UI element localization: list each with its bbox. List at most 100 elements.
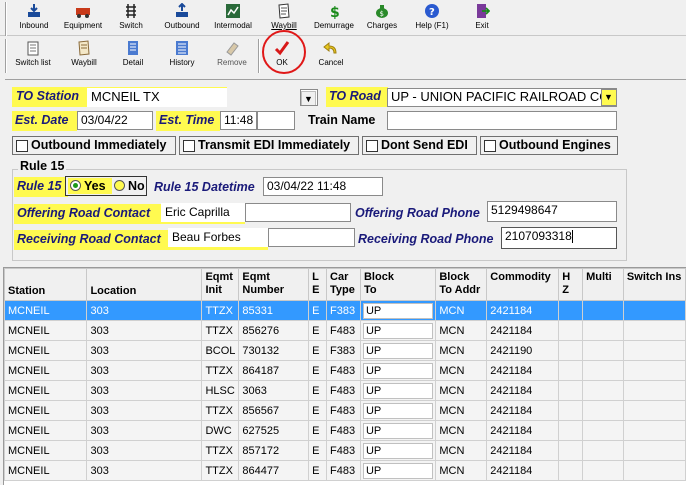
table-cell[interactable]: 2421184 bbox=[486, 420, 560, 441]
table-cell[interactable] bbox=[622, 360, 686, 381]
table-cell[interactable]: UP bbox=[359, 420, 437, 441]
table-cell[interactable]: 2421184 bbox=[486, 320, 560, 341]
table-cell[interactable]: UP bbox=[359, 380, 437, 401]
table-cell[interactable] bbox=[582, 320, 624, 341]
table-row[interactable]: MCNEIL 303 TTZX 856276 E F483 UP MCN 2421184 bbox=[4, 320, 686, 341]
table-row[interactable]: MCNEIL 303 TTZX 85331 E F383 UP MCN 2421184 bbox=[4, 300, 686, 321]
est-date-field[interactable]: 03/04/22 bbox=[77, 111, 153, 130]
offering-contact-field[interactable]: Eric Caprilla bbox=[161, 203, 245, 222]
table-cell[interactable]: E bbox=[308, 400, 328, 421]
table-cell[interactable]: MCN bbox=[435, 300, 488, 321]
col-header[interactable]: Location bbox=[86, 268, 203, 301]
table-cell[interactable] bbox=[622, 460, 686, 481]
table-cell[interactable] bbox=[582, 420, 624, 441]
table-cell[interactable]: 303 bbox=[86, 380, 203, 401]
table-cell[interactable]: F483 bbox=[326, 320, 361, 341]
table-cell[interactable]: E bbox=[308, 340, 328, 361]
table-cell[interactable] bbox=[622, 420, 686, 441]
table-cell[interactable]: 2421184 bbox=[486, 460, 560, 481]
table-cell[interactable]: 856276 bbox=[238, 320, 310, 341]
table-cell[interactable]: MCNEIL bbox=[4, 300, 88, 321]
cell-editor[interactable]: UP bbox=[362, 402, 434, 419]
table-cell[interactable]: 627525 bbox=[238, 420, 310, 441]
receiving-phone-field[interactable]: 2107093318 bbox=[501, 227, 617, 249]
table-cell[interactable]: MCNEIL bbox=[4, 420, 88, 441]
table-cell[interactable] bbox=[558, 420, 584, 441]
toolbar-switch-list-button[interactable]: Switch list bbox=[12, 39, 54, 71]
table-cell[interactable] bbox=[558, 440, 584, 461]
table-cell[interactable]: 2421184 bbox=[486, 360, 560, 381]
cell-editor[interactable]: UP bbox=[362, 362, 434, 379]
rule15-no-option[interactable]: No bbox=[112, 178, 146, 194]
to-road-select[interactable]: UP - UNION PACIFIC RAILROAD CO bbox=[387, 88, 617, 107]
table-cell[interactable]: 303 bbox=[86, 340, 203, 361]
table-cell[interactable]: TTZX bbox=[201, 320, 240, 341]
table-cell[interactable]: UP bbox=[359, 300, 437, 321]
table-cell[interactable]: E bbox=[308, 300, 328, 321]
toolbar-help-button[interactable]: ? Help (F1) bbox=[410, 2, 454, 34]
table-cell[interactable]: E bbox=[308, 420, 328, 441]
table-cell[interactable]: E bbox=[308, 460, 328, 481]
rule15-datetime-field[interactable]: 03/04/22 11:48 bbox=[263, 177, 383, 196]
table-cell[interactable] bbox=[582, 360, 624, 381]
table-cell[interactable]: E bbox=[308, 440, 328, 461]
toolbar-demurrage-button[interactable]: $ Demurrage bbox=[312, 2, 356, 34]
table-cell[interactable] bbox=[558, 300, 584, 321]
table-cell[interactable]: MCNEIL bbox=[4, 440, 88, 461]
table-row[interactable]: MCNEIL 303 TTZX 864187 E F483 UP MCN 2421184 bbox=[4, 360, 686, 381]
table-cell[interactable] bbox=[558, 340, 584, 361]
table-row[interactable]: MCNEIL 303 TTZX 864477 E F483 UP MCN 2421184 bbox=[4, 460, 686, 481]
table-cell[interactable] bbox=[622, 300, 686, 321]
table-cell[interactable]: UP bbox=[359, 320, 437, 341]
table-cell[interactable]: 864477 bbox=[238, 460, 310, 481]
table-cell[interactable]: MCNEIL bbox=[4, 320, 88, 341]
table-cell[interactable]: MCN bbox=[435, 320, 488, 341]
table-cell[interactable]: MCN bbox=[435, 420, 488, 441]
table-cell[interactable]: TTZX bbox=[201, 460, 240, 481]
table-cell[interactable]: TTZX bbox=[201, 400, 240, 421]
toolbar2-waybill-button[interactable]: Waybill bbox=[64, 39, 104, 71]
toolbar-inbound-button[interactable]: Inbound bbox=[14, 2, 54, 34]
table-row[interactable]: MCNEIL 303 HLSC 3063 E F483 UP MCN 2421184 bbox=[4, 380, 686, 401]
to-station-dropdown[interactable]: ▼ bbox=[300, 89, 318, 106]
dont-send-edi-checkbox[interactable]: Dont Send EDI bbox=[362, 136, 477, 155]
table-cell[interactable]: F483 bbox=[326, 460, 361, 481]
table-cell[interactable]: UP bbox=[359, 360, 437, 381]
table-row[interactable]: MCNEIL 303 DWC 627525 E F483 UP MCN 2421184 bbox=[4, 420, 686, 441]
col-header[interactable]: Station bbox=[4, 268, 88, 301]
table-cell[interactable]: 303 bbox=[86, 460, 203, 481]
est-time-field[interactable]: 11:48 bbox=[220, 111, 257, 130]
outbound-immediately-checkbox[interactable]: Outbound Immediately bbox=[12, 136, 176, 155]
table-row[interactable]: MCNEIL 303 TTZX 857172 E F483 UP MCN 2421184 bbox=[4, 440, 686, 461]
table-cell[interactable]: MCN bbox=[435, 380, 488, 401]
table-cell[interactable]: UP bbox=[359, 460, 437, 481]
table-row[interactable]: MCNEIL 303 TTZX 856567 E F483 UP MCN 2421184 bbox=[4, 400, 686, 421]
offering-contact-field-rest[interactable] bbox=[245, 203, 351, 222]
cell-editor[interactable]: UP bbox=[362, 302, 434, 319]
train-name-field[interactable] bbox=[387, 111, 617, 130]
table-cell[interactable] bbox=[622, 400, 686, 421]
table-cell[interactable]: HLSC bbox=[201, 380, 240, 401]
table-cell[interactable]: 3063 bbox=[238, 380, 310, 401]
table-cell[interactable]: F383 bbox=[326, 340, 361, 361]
rule15-yes-option[interactable]: Yes bbox=[68, 178, 112, 194]
toolbar-switch-button[interactable]: Switch bbox=[112, 2, 150, 34]
table-cell[interactable]: MCNEIL bbox=[4, 380, 88, 401]
table-cell[interactable]: MCN bbox=[435, 440, 488, 461]
cell-editor[interactable]: UP bbox=[362, 462, 434, 479]
col-header[interactable]: L E bbox=[308, 268, 328, 301]
table-cell[interactable]: MCN bbox=[435, 340, 488, 361]
col-header[interactable]: Eqmt Number bbox=[238, 268, 310, 301]
offering-phone-field[interactable]: 5129498647 bbox=[487, 201, 617, 222]
table-cell[interactable]: TTZX bbox=[201, 300, 240, 321]
table-cell[interactable]: UP bbox=[359, 400, 437, 421]
receiving-contact-field-rest[interactable] bbox=[268, 228, 355, 247]
table-cell[interactable]: 303 bbox=[86, 440, 203, 461]
toolbar-history-button[interactable]: History bbox=[162, 39, 202, 71]
table-cell[interactable]: F383 bbox=[326, 300, 361, 321]
col-header[interactable]: Block To Addr bbox=[435, 268, 488, 301]
table-cell[interactable] bbox=[622, 440, 686, 461]
table-cell[interactable]: F483 bbox=[326, 440, 361, 461]
table-cell[interactable] bbox=[582, 340, 624, 361]
table-cell[interactable] bbox=[582, 400, 624, 421]
